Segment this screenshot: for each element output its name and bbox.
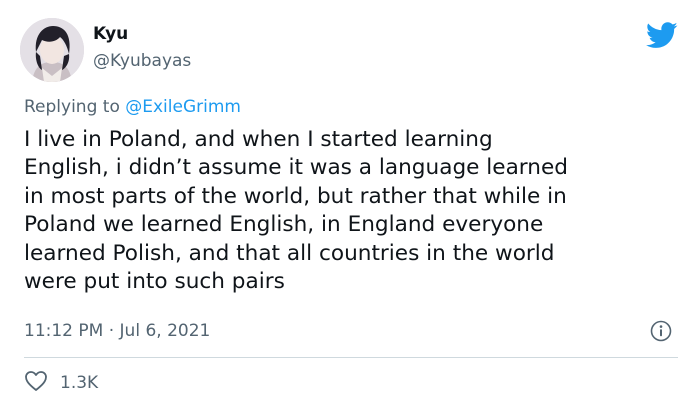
replying-to: Replying to @ExileGrimm: [24, 96, 241, 118]
author-handle[interactable]: @Kyubayas: [93, 50, 191, 72]
tweet-text: I live in Poland, and when I started lea…: [24, 127, 568, 295]
divider: [24, 357, 678, 358]
like-button[interactable]: 1.3K: [24, 370, 99, 396]
tweet-timestamp[interactable]: 11:12 PM · Jul 6, 2021: [24, 320, 210, 342]
avatar[interactable]: [20, 18, 84, 82]
avatar-image: [20, 18, 84, 82]
like-count: 1.3K: [60, 373, 99, 393]
replying-to-user-link[interactable]: @ExileGrimm: [125, 97, 241, 117]
twitter-bird-icon[interactable]: [646, 22, 678, 49]
heart-icon: [24, 370, 48, 396]
info-icon[interactable]: [650, 320, 672, 342]
replying-to-prefix: Replying to: [24, 97, 126, 117]
author-display-name[interactable]: Kyu: [93, 23, 128, 45]
